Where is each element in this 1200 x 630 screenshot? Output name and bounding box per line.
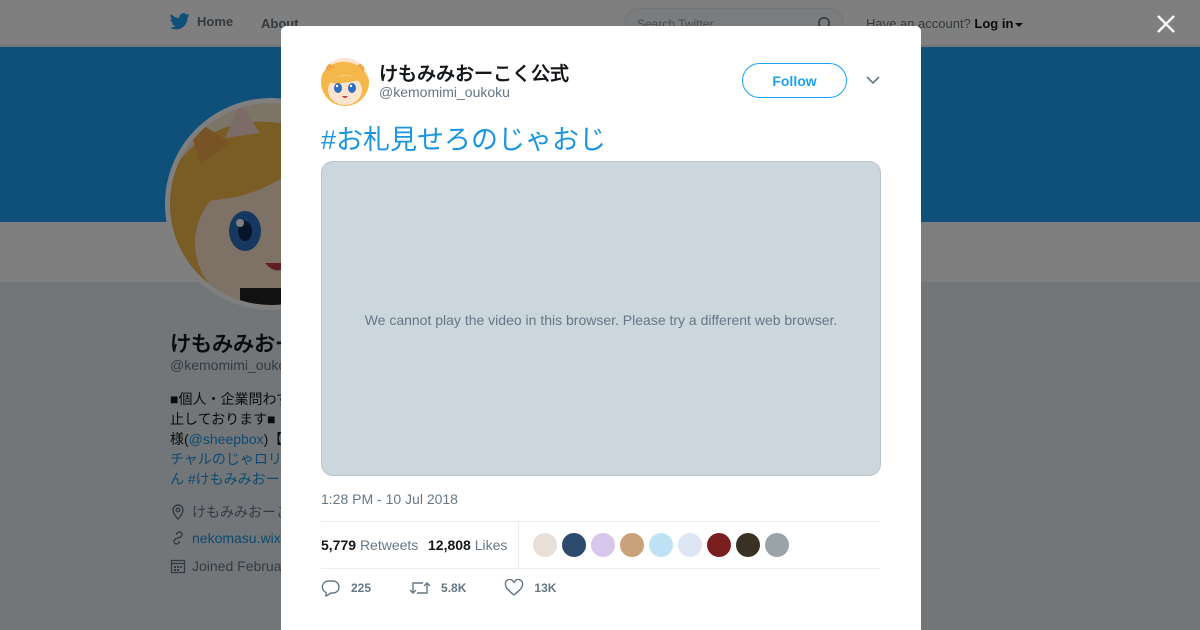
tweet-hashtag-link[interactable]: #お札見せろのじゃおじ bbox=[321, 118, 606, 157]
reply-icon bbox=[321, 580, 340, 597]
liker-avatar[interactable] bbox=[678, 533, 702, 557]
retweets-label: Retweets bbox=[359, 537, 419, 553]
likes-label: Likes bbox=[474, 537, 508, 553]
liker-avatar[interactable] bbox=[562, 533, 586, 557]
liker-avatar[interactable] bbox=[736, 533, 760, 557]
likes-stat[interactable]: 12,808 Likes bbox=[428, 537, 507, 553]
retweet-button[interactable]: 5.8K bbox=[409, 579, 466, 597]
video-player[interactable]: We cannot play the video in this browser… bbox=[321, 161, 881, 476]
retweet-icon bbox=[409, 582, 431, 594]
tweet-modal: けもみみおーこく公式 @kemomimi_oukoku Follow #お札見せ… bbox=[281, 26, 921, 630]
tweet-timestamp[interactable]: 1:28 PM - 10 Jul 2018 bbox=[321, 491, 458, 507]
liker-avatar[interactable] bbox=[620, 533, 644, 557]
author-avatar[interactable] bbox=[321, 58, 369, 106]
like-count: 13K bbox=[534, 581, 557, 595]
reply-count: 225 bbox=[351, 581, 372, 595]
tweet-stats: 5,779 Retweets 12,808 Likes bbox=[321, 521, 881, 569]
retweet-count: 5.8K bbox=[441, 581, 467, 595]
reply-button[interactable]: 225 bbox=[321, 579, 371, 597]
like-button[interactable]: 13K bbox=[504, 579, 556, 597]
likes-count: 12,808 bbox=[428, 537, 471, 553]
stats-divider bbox=[518, 522, 519, 569]
liker-avatar[interactable] bbox=[591, 533, 615, 557]
liker-avatars bbox=[533, 533, 794, 557]
author-handle[interactable]: @kemomimi_oukoku bbox=[379, 84, 510, 100]
liker-avatar[interactable] bbox=[707, 533, 731, 557]
tweet-actions: 225 5.8K 13K bbox=[321, 579, 594, 597]
heart-icon bbox=[505, 579, 524, 596]
liker-avatar[interactable] bbox=[533, 533, 557, 557]
author-name[interactable]: けもみみおーこく公式 bbox=[379, 59, 569, 86]
retweets-count: 5,779 bbox=[321, 537, 357, 553]
video-error-message: We cannot play the video in this browser… bbox=[364, 312, 838, 328]
close-icon[interactable] bbox=[1153, 11, 1179, 37]
follow-button[interactable]: Follow bbox=[742, 63, 847, 98]
chevron-down-icon[interactable] bbox=[865, 74, 881, 86]
retweets-stat[interactable]: 5,779 Retweets bbox=[321, 537, 418, 553]
liker-avatar[interactable] bbox=[649, 533, 673, 557]
liker-avatar[interactable] bbox=[765, 533, 789, 557]
anime-girl-avatar-icon bbox=[321, 58, 369, 106]
